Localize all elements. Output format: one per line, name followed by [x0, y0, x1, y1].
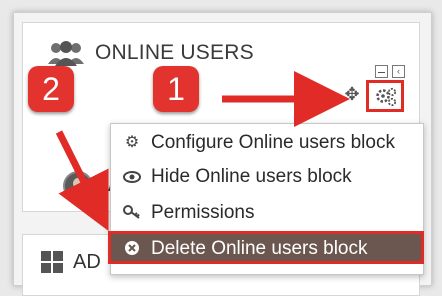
step-1-badge: 1: [153, 66, 199, 112]
arrow-to-delete: [55, 130, 109, 232]
annotation-arrows: [55, 71, 350, 232]
step-2-badge: 2: [28, 66, 74, 112]
